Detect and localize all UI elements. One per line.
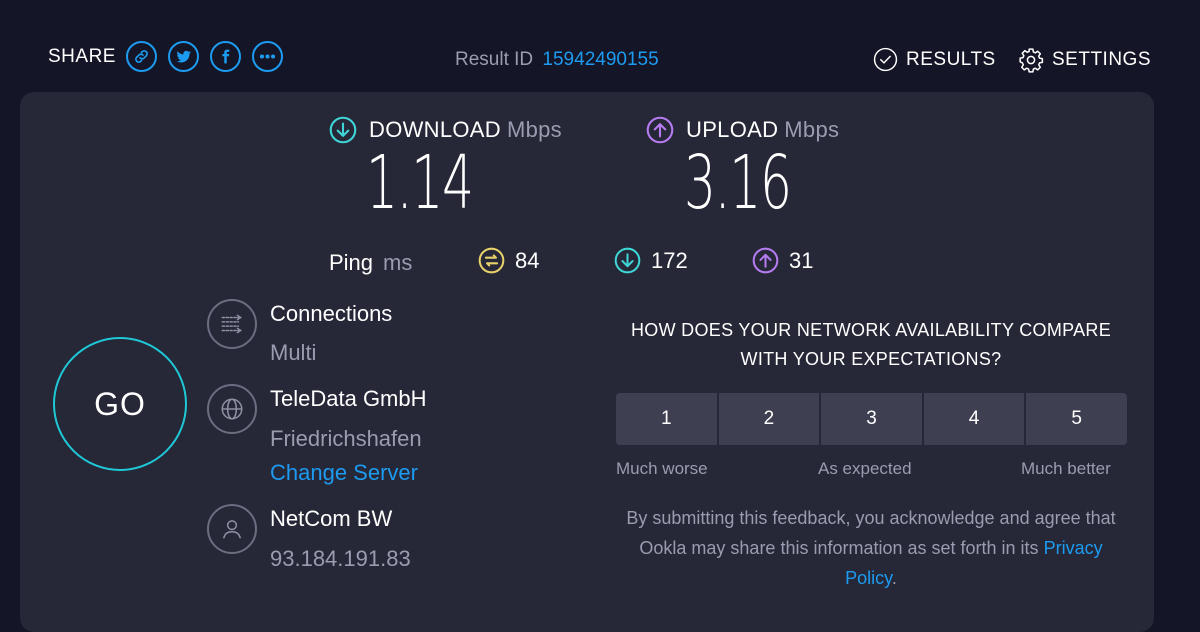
- settings-button[interactable]: SETTINGS: [1018, 47, 1151, 73]
- download-unit: Mbps: [506, 117, 562, 142]
- ping-download: 172: [614, 247, 688, 274]
- rating-scale: 1 2 3 4 5: [616, 393, 1127, 445]
- rating-button-1[interactable]: 1: [616, 393, 717, 445]
- go-button[interactable]: GO: [53, 337, 187, 471]
- facebook-icon: [222, 49, 230, 64]
- results-button[interactable]: RESULTS: [873, 47, 996, 72]
- twitter-icon: [176, 50, 191, 63]
- rating-button-2[interactable]: 2: [718, 393, 820, 445]
- upload-value: 3.16: [684, 140, 792, 226]
- result-id-label: Result ID: [455, 49, 534, 70]
- download-latency-icon: [614, 247, 641, 274]
- rating-button-5[interactable]: 5: [1026, 393, 1127, 445]
- upload-arrow-icon: [646, 116, 674, 144]
- share-facebook-button[interactable]: [209, 41, 241, 72]
- settings-label: SETTINGS: [1052, 49, 1152, 70]
- ping-upload-value: 31: [789, 247, 814, 273]
- isp-name: NetCom BW: [270, 506, 393, 531]
- change-server-link[interactable]: Change Server: [270, 460, 418, 486]
- link-icon: [135, 50, 148, 63]
- share-label: SHARE: [48, 45, 116, 67]
- share-link-button[interactable]: [125, 41, 157, 72]
- connections-icon-wrap: [207, 299, 257, 349]
- survey-question: HOW DOES YOUR NETWORK AVAILABILITY COMPA…: [630, 320, 1112, 369]
- isp-icon-wrap: [207, 504, 257, 554]
- results-label: RESULTS: [906, 48, 996, 70]
- more-icon: [259, 54, 276, 59]
- connections-value: Multi: [270, 340, 317, 365]
- result-id: Result ID 15942490155: [455, 49, 659, 71]
- download-value: 1.14: [366, 140, 474, 226]
- go-label: GO: [94, 385, 146, 422]
- top-bar: SHARE Result ID 15942490155 RESULTS SETT…: [0, 0, 1200, 92]
- download-arrow-icon: [329, 116, 357, 144]
- upload-unit: Mbps: [784, 117, 840, 142]
- idle-latency-icon: [478, 247, 505, 274]
- server-name: TeleData GmbH: [270, 386, 427, 411]
- ping-upload: 31: [752, 247, 813, 274]
- scale-low-label: Much worse: [616, 459, 708, 478]
- gear-icon: [1019, 48, 1044, 73]
- globe-icon: [221, 398, 243, 420]
- user-icon: [223, 520, 241, 539]
- share-bar: SHARE: [48, 41, 294, 72]
- connections-title: Connections: [270, 301, 393, 326]
- ping-idle-value: 84: [515, 247, 540, 273]
- result-id-link[interactable]: 15942490155: [542, 49, 658, 70]
- connections-icon: [221, 314, 243, 334]
- ping-label: Ping: [329, 250, 374, 275]
- scale-mid-label: As expected: [818, 459, 912, 478]
- scale-high-label: Much better: [1021, 459, 1111, 478]
- server-icon-wrap: [207, 384, 257, 434]
- ping-idle: 84: [478, 247, 539, 274]
- isp-ip: 93.184.191.83: [270, 546, 411, 571]
- feedback-disclaimer: By submitting this feedback, you acknowl…: [616, 503, 1126, 593]
- ping-row: Ping ms: [329, 250, 412, 276]
- disclaimer-end: .: [891, 568, 897, 588]
- check-circle-icon: [873, 47, 898, 72]
- share-more-button[interactable]: [251, 41, 283, 72]
- disclaimer-text: By submitting this feedback, you acknowl…: [626, 508, 1116, 558]
- ping-download-value: 172: [651, 247, 688, 273]
- rating-button-4[interactable]: 4: [923, 393, 1025, 445]
- share-twitter-button[interactable]: [167, 41, 199, 72]
- server-location: Friedrichshafen: [270, 426, 422, 451]
- rating-button-3[interactable]: 3: [821, 393, 922, 445]
- upload-latency-icon: [752, 247, 779, 274]
- ping-unit: ms: [383, 250, 413, 275]
